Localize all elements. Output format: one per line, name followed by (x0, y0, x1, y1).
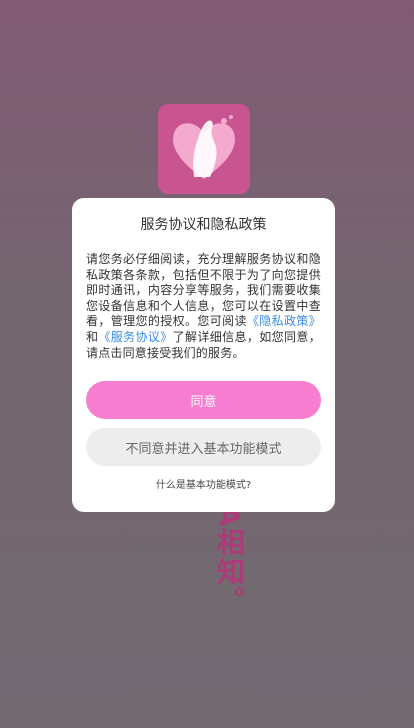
body-text-and: 和 (86, 329, 99, 344)
basic-mode-help-link[interactable]: 什么是基本功能模式? (86, 476, 321, 491)
disagree-basic-mode-button[interactable]: 不同意并进入基本功能模式 (86, 428, 321, 467)
app-slogan: A相知。 (213, 505, 246, 615)
agree-button[interactable]: 同意 (86, 381, 321, 420)
heart-couple-icon (173, 115, 235, 179)
dialog-body: 请您务必仔细阅读，充分理解服务协议和隐私政策各条款，包括但不限于为了向您提供即时… (86, 252, 321, 361)
privacy-policy-link[interactable]: 《隐私政策》 (247, 314, 321, 328)
service-agreement-link[interactable]: 《服务协议》 (98, 330, 172, 344)
privacy-dialog: 服务协议和隐私政策 请您务必仔细阅读，充分理解服务协议和隐私政策各条款，包括但不… (72, 198, 335, 512)
app-logo (158, 104, 250, 194)
dialog-title: 服务协议和隐私政策 (140, 217, 267, 233)
